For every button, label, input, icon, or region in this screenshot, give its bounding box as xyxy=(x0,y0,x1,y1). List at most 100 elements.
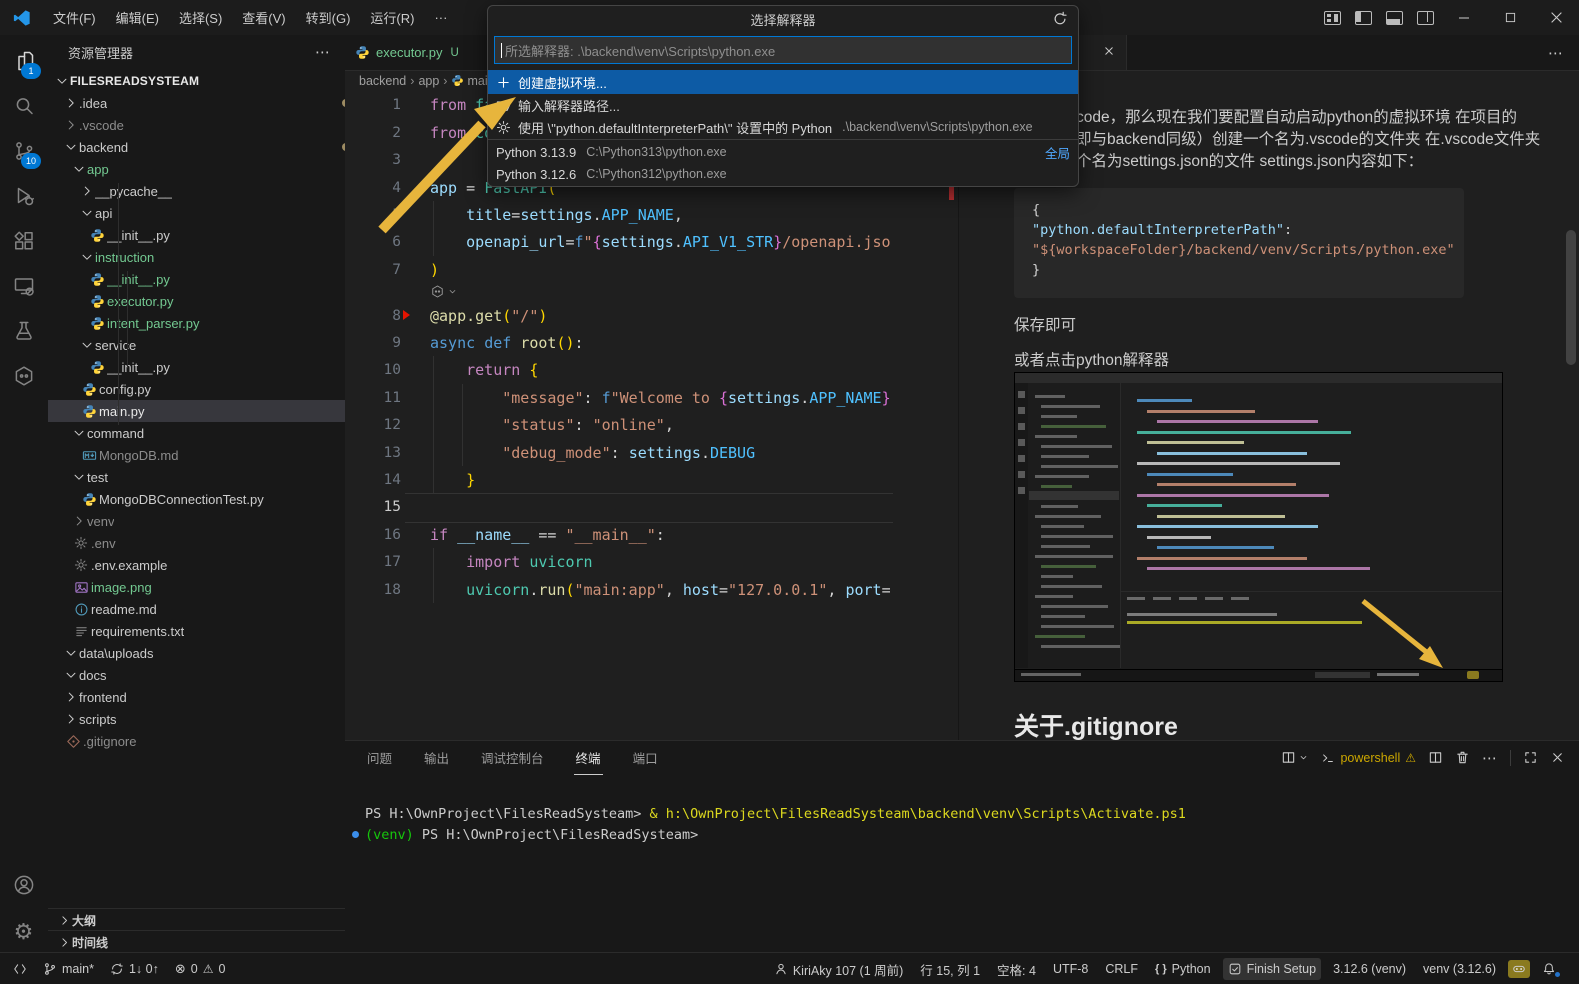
status-item-right-9[interactable] xyxy=(1508,960,1530,978)
status-item-right-10[interactable] xyxy=(1537,958,1571,980)
quickpick-item-action[interactable]: 全局 xyxy=(1045,143,1070,162)
kill-terminal-icon[interactable] xyxy=(1455,750,1470,765)
quickpick-item-3[interactable]: Python 3.13.9C:\Python313\python.exe全局 xyxy=(488,141,1078,163)
menu-item-2[interactable]: 选择(S) xyxy=(169,0,232,35)
tree-item-command[interactable]: command xyxy=(48,422,346,444)
explorer-more-icon[interactable]: ⋯ xyxy=(315,43,331,61)
tree-item-docs[interactable]: docs xyxy=(48,664,346,686)
new-terminal-split-icon[interactable] xyxy=(1281,750,1309,765)
toggle-sidebar-icon[interactable] xyxy=(1355,11,1372,25)
inline-copilot-icon[interactable] xyxy=(430,284,458,299)
tree-item-service[interactable]: service xyxy=(48,334,346,356)
tree-item-__init__.py[interactable]: __init__.py xyxy=(48,224,346,246)
tree-item-intent_parser.py[interactable]: intent_parser.pyU xyxy=(48,312,346,334)
close-panel-icon[interactable] xyxy=(1550,750,1565,765)
menu-item-1[interactable]: 编辑(E) xyxy=(106,0,169,35)
tree-item-.gitignore[interactable]: .gitignore xyxy=(48,730,346,752)
toggle-panel-icon[interactable] xyxy=(1386,11,1403,25)
tree-item-image.png[interactable]: image.pngU xyxy=(48,576,346,598)
status-item-right-7[interactable]: 3.12.6 (venv) xyxy=(1328,958,1411,980)
tree-item-MongoDB.md[interactable]: MongoDB.md xyxy=(48,444,346,466)
tree-item-scripts[interactable]: scripts xyxy=(48,708,346,730)
activity-testing-icon[interactable] xyxy=(0,309,47,353)
activity-scm-icon[interactable]: 10 xyxy=(0,129,47,173)
panel-tab-调试控制台[interactable]: 调试控制台 xyxy=(479,741,546,774)
activity-extensions-icon[interactable] xyxy=(0,219,47,263)
breadcrumb-item[interactable]: backend xyxy=(359,74,406,88)
menu-item-4[interactable]: 转到(G) xyxy=(296,0,361,35)
status-item-right-1[interactable]: 行 15, 列 1 xyxy=(915,958,985,980)
menu-item-5[interactable]: 运行(R) xyxy=(360,0,424,35)
quickpick-item-4[interactable]: Python 3.12.6C:\Python312\python.exe xyxy=(488,163,1078,185)
quickpick-item-0[interactable]: 创建虚拟环境... xyxy=(488,70,1078,94)
split-terminal-icon[interactable] xyxy=(1428,750,1443,765)
menu-item-6[interactable]: ··· xyxy=(424,0,457,35)
activity-search-icon[interactable] xyxy=(0,84,47,128)
toggle-secondary-sidebar-icon[interactable] xyxy=(1417,11,1434,25)
sidebar-section-0[interactable]: 大纲 xyxy=(48,908,346,931)
tree-item-data-uploads[interactable]: data\uploads xyxy=(48,642,346,664)
tree-item-.env.example[interactable]: .env.exampleM xyxy=(48,554,346,576)
sidebar-section-1[interactable]: 时间线 xyxy=(48,930,346,952)
status-item-right-2[interactable]: 空格: 4 xyxy=(992,958,1041,980)
tree-item-.env[interactable]: .env xyxy=(48,532,346,554)
tree-item-backend[interactable]: backend xyxy=(48,136,346,158)
layout-grid-icon[interactable] xyxy=(1324,11,1341,25)
panel-tab-端口[interactable]: 端口 xyxy=(631,741,660,774)
status-item-right-3[interactable]: UTF-8 xyxy=(1048,958,1093,980)
tree-item-.vscode[interactable]: .vscode xyxy=(48,114,346,136)
activity-remote-icon[interactable] xyxy=(0,264,47,308)
activity-account-icon[interactable] xyxy=(0,863,47,907)
tree-item-.idea[interactable]: .idea xyxy=(48,92,346,114)
tab-executor-py[interactable]: executor.py U xyxy=(345,35,508,70)
tree-item-app[interactable]: app xyxy=(48,158,346,180)
activity-explorer-icon[interactable]: 1 xyxy=(0,39,47,83)
preview-scrollbar[interactable] xyxy=(1566,230,1576,365)
terminal-tab-chip[interactable]: powershell⚠ xyxy=(1321,751,1416,765)
tree-item-requirements.txt[interactable]: requirements.txt xyxy=(48,620,346,642)
status-item-right-6[interactable]: Finish Setup xyxy=(1223,958,1321,980)
breadcrumb-item[interactable]: app xyxy=(418,74,439,88)
tree-item-__init__.py[interactable]: __init__.pyU xyxy=(48,268,346,290)
menu-item-3[interactable]: 查看(V) xyxy=(232,0,295,35)
minimize-button[interactable] xyxy=(1441,1,1487,35)
status-item-left-2[interactable]: 1↓ 0↑ xyxy=(105,958,164,980)
editor-actions-more-icon[interactable]: ⋯ xyxy=(1548,44,1564,62)
panel-tab-终端[interactable]: 终端 xyxy=(574,741,603,775)
activity-debug-icon[interactable] xyxy=(0,174,47,218)
tree-item-executor.py[interactable]: executor.pyU xyxy=(48,290,346,312)
quickpick-item-1[interactable]: 输入解释器路径... xyxy=(488,94,1078,116)
tree-item-test[interactable]: test xyxy=(48,466,346,488)
activity-settings-icon[interactable]: ⚙ xyxy=(0,910,47,954)
panel-tab-输出[interactable]: 输出 xyxy=(422,741,451,774)
status-item-right-4[interactable]: CRLF xyxy=(1100,958,1143,980)
status-item-right-0[interactable]: KiriAky 107 (1 周前) xyxy=(769,958,908,980)
tree-item-venv[interactable]: venv xyxy=(48,510,346,532)
maximize-button[interactable] xyxy=(1487,1,1533,35)
refresh-icon[interactable] xyxy=(1052,11,1068,30)
tree-item-__init__.py[interactable]: __init__.py xyxy=(48,356,346,378)
panel-more-icon[interactable]: ⋯ xyxy=(1482,749,1498,767)
activity-copilot-icon[interactable] xyxy=(0,354,47,398)
close-tab-icon[interactable] xyxy=(1102,44,1116,61)
quickpick-item-2[interactable]: 使用 \"python.defaultInterpreterPath\" 设置中… xyxy=(488,116,1078,138)
tree-item-instruction[interactable]: instruction xyxy=(48,246,346,268)
tree-item-api[interactable]: api xyxy=(48,202,346,224)
tree-item-config.py[interactable]: config.py xyxy=(48,378,346,400)
tree-item-__pycache__[interactable]: __pycache__ xyxy=(48,180,346,202)
close-window-button[interactable] xyxy=(1533,1,1579,35)
status-item-left-0[interactable] xyxy=(8,958,32,980)
tree-item-frontend[interactable]: frontend xyxy=(48,686,346,708)
quickpick-input[interactable]: 所选解释器: .\backend\venv\Scripts\python.exe xyxy=(494,36,1072,64)
tree-item-main.py[interactable]: main.pyM xyxy=(48,400,346,422)
tree-item-readme.md[interactable]: readme.mdM xyxy=(48,598,346,620)
explorer-root-folder[interactable]: FILESREADSYSTEAM xyxy=(48,70,345,92)
status-item-right-5[interactable]: { }Python xyxy=(1150,958,1216,980)
menu-item-0[interactable]: 文件(F) xyxy=(43,0,106,35)
status-item-right-8[interactable]: venv (3.12.6) xyxy=(1418,958,1501,980)
panel-tab-问题[interactable]: 问题 xyxy=(365,741,394,774)
status-item-left-1[interactable]: main* xyxy=(38,958,99,980)
status-item-left-3[interactable]: ⊗0⚠0 xyxy=(170,958,231,980)
maximize-panel-icon[interactable] xyxy=(1523,750,1538,765)
tree-item-MongoDBConnectionTest.py[interactable]: MongoDBConnectionTest.py xyxy=(48,488,346,510)
